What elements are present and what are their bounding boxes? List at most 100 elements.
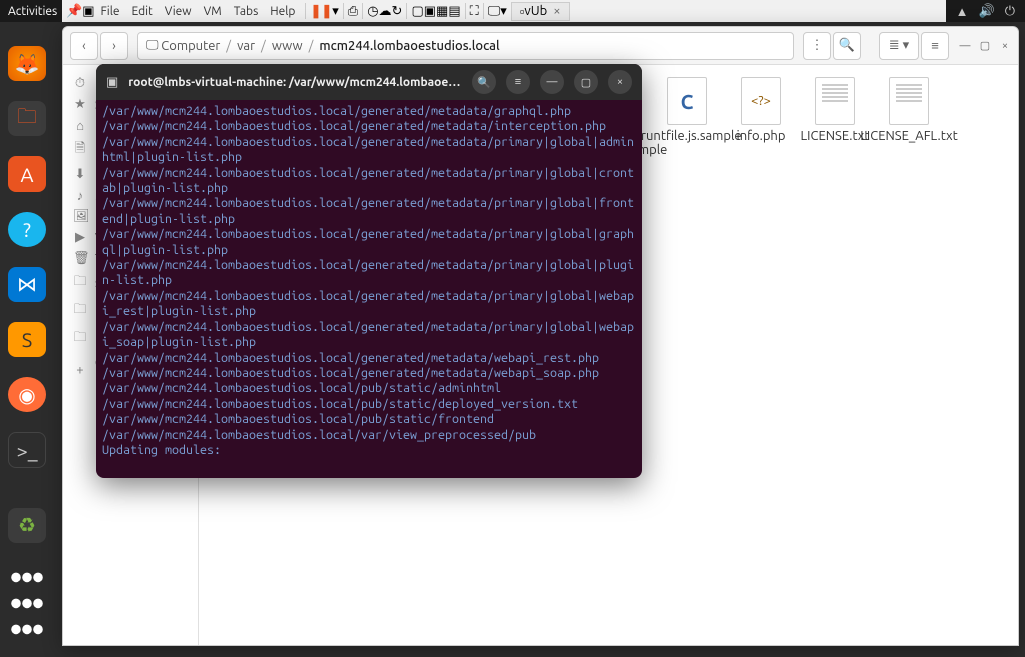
sidebar-icon: + (73, 363, 87, 377)
sidebar-icon: ⬇ (73, 167, 87, 182)
gnome-system-tray: ▲ 🔊 ⏻ (946, 0, 1025, 22)
divider (362, 3, 363, 19)
file-icon (889, 77, 929, 125)
dropdown-icon[interactable]: ▾ (332, 4, 339, 19)
dock-terminal[interactable]: >_ (8, 432, 46, 467)
app-icon[interactable]: ▣ (82, 4, 94, 19)
dock-vscode[interactable]: ⋈ (8, 267, 46, 302)
display-icon[interactable]: 🖵 (488, 4, 501, 19)
crumb-www[interactable]: www (272, 39, 303, 53)
activities-button[interactable]: Activities (8, 5, 57, 18)
sidebar-icon: ⏱ (73, 76, 87, 91)
file-icon: C (667, 77, 707, 125)
crumb-var[interactable]: var (237, 39, 255, 53)
terminal-titlebar[interactable]: ▣ root@lmbs-virtual-machine: /var/www/mc… (96, 64, 642, 100)
dock-files[interactable]: 🗀 (8, 101, 46, 136)
vm-menubar: 📌 ▣ File Edit View VM Tabs Help ❚❚ ▾ ⎙ ◷… (62, 0, 1025, 22)
menu-view[interactable]: View (165, 5, 192, 18)
menu-help[interactable]: Help (270, 5, 295, 18)
terminal-search-button[interactable]: 🔍 (472, 70, 496, 94)
sidebar-icon: ▶ (73, 230, 87, 245)
dock-store[interactable]: A (8, 156, 46, 191)
dock-help[interactable]: ? (8, 212, 46, 247)
more-button[interactable]: ⋮ (803, 32, 831, 60)
pin-icon[interactable]: 📌 (66, 4, 82, 19)
divider (305, 3, 306, 19)
files-titlebar: ‹ › 🖵 Computer / var / www / mcm244.lomb… (63, 27, 1018, 65)
crumb-sep: / (309, 39, 314, 53)
menu-tabs[interactable]: Tabs (234, 5, 259, 18)
terminal-minimize-button[interactable]: — (540, 70, 564, 94)
menu-vm[interactable]: VM (204, 5, 222, 18)
breadcrumb[interactable]: 🖵 Computer / var / www / mcm244.lombaoes… (137, 32, 794, 60)
layout2-icon[interactable]: ▣ (424, 4, 436, 19)
dock: 🦊 🗀 A ? ⋈ S ◉ >_ ♻ ⦁⦁⦁⦁⦁⦁⦁⦁⦁ (0, 22, 54, 657)
file-item[interactable]: LICENSE_AFL.txt (877, 77, 941, 157)
sidebar-icon: ★ (73, 97, 87, 112)
layout3-icon[interactable]: ▦ (436, 4, 448, 19)
sidebar-icon: 🗀 (73, 300, 87, 322)
terminal-title: root@lmbs-virtual-machine: /var/www/mcm2… (128, 76, 462, 89)
divider (406, 3, 407, 19)
search-button[interactable]: 🔍 (833, 32, 861, 60)
clock-icon[interactable]: ◷ (367, 4, 378, 19)
terminal-window: ▣ root@lmbs-virtual-machine: /var/www/mc… (96, 64, 642, 478)
hamburger-button[interactable]: ≡ (921, 32, 949, 60)
refresh-icon[interactable]: ↻ (392, 4, 403, 19)
back-button[interactable]: ‹ (70, 32, 98, 60)
computer-icon: 🖵 (146, 38, 159, 53)
divider (343, 3, 344, 19)
terminal-menu-button[interactable]: ≡ (506, 70, 530, 94)
sidebar-icon: ⌂ (73, 118, 87, 133)
menu-file[interactable]: File (100, 5, 119, 18)
dock-trash[interactable]: ♻ (8, 508, 46, 543)
snapshot-icon[interactable]: ⎙ (348, 4, 358, 19)
forward-button[interactable]: › (100, 32, 128, 60)
file-label: LICENSE_AFL.txt (860, 129, 957, 143)
file-icon (815, 77, 855, 125)
window-maximize-icon[interactable]: ▢ (978, 39, 992, 53)
file-item[interactable]: <?> info.php (729, 77, 793, 157)
volume-icon[interactable]: 🔊 (979, 4, 995, 19)
fullscreen-icon[interactable]: ⛶ (470, 4, 479, 19)
sidebar-icon: 🗀 (73, 272, 87, 294)
divider (465, 3, 466, 19)
dropdown2-icon[interactable]: ▾ (500, 4, 507, 19)
file-label: info.php (737, 129, 786, 143)
dock-sublime[interactable]: S (8, 322, 46, 357)
terminal-close-button[interactable]: × (608, 70, 632, 94)
file-item[interactable]: LICENSE.txt (803, 77, 867, 157)
network-icon[interactable]: ▲ (956, 4, 969, 19)
tab-close-icon[interactable]: × (553, 4, 560, 18)
layout4-icon[interactable]: ▤ (448, 4, 460, 19)
terminal-body[interactable]: /var/www/mcm244.lombaoestudios.local/gen… (96, 100, 642, 478)
vm-tab[interactable]: ▫ vUb × (511, 2, 570, 21)
window-minimize-icon[interactable]: — (958, 39, 972, 53)
menu-edit[interactable]: Edit (131, 5, 152, 18)
divider (483, 3, 484, 19)
sidebar-icon: 🗑 (73, 251, 87, 266)
tab-label: vUb (524, 4, 547, 18)
sidebar-icon: 🗎 (73, 139, 87, 161)
cloud-icon[interactable]: ☁ (379, 4, 392, 19)
file-label: LICENSE.txt (801, 129, 870, 143)
view-mode-button[interactable]: ≣ ▾ (879, 32, 919, 60)
dock-firefox[interactable]: 🦊 (8, 46, 46, 81)
sidebar-icon: 🗀 (73, 328, 87, 350)
power-icon[interactable]: ⏻ (1005, 4, 1015, 19)
file-icon: <?> (741, 77, 781, 125)
layout1-icon[interactable]: ▢ (411, 4, 423, 19)
pause-icon[interactable]: ❚❚ (310, 4, 332, 19)
new-tab-icon[interactable]: ▣ (106, 75, 118, 90)
window-close-icon[interactable]: × (998, 39, 1012, 53)
crumb-computer[interactable]: Computer (161, 39, 220, 53)
crumb-current[interactable]: mcm244.lombaoestudios.local (319, 39, 499, 53)
dock-postman[interactable]: ◉ (8, 377, 46, 412)
sidebar-icon: 🖼 (73, 209, 87, 224)
dock-apps-grid[interactable]: ⦁⦁⦁⦁⦁⦁⦁⦁⦁ (10, 563, 43, 641)
crumb-sep: / (261, 39, 266, 53)
file-item[interactable]: CGruntfile.js.sample (655, 77, 719, 157)
crumb-sep: / (226, 39, 231, 53)
terminal-maximize-button[interactable]: ▢ (574, 70, 598, 94)
file-label: Gruntfile.js.sample (632, 129, 741, 143)
